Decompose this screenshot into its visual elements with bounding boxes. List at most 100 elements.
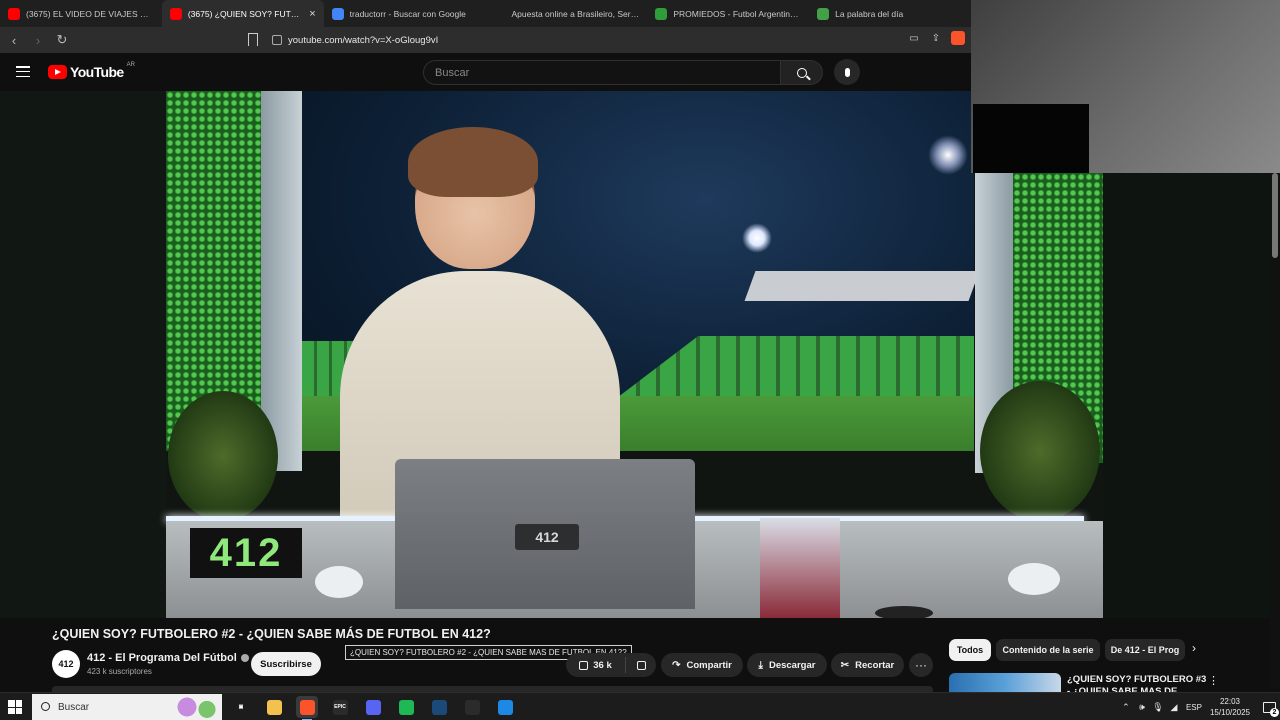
host-hair (408, 127, 538, 197)
share-button[interactable]: ↷ Compartir (661, 653, 743, 677)
menu-icon[interactable] (16, 66, 30, 77)
chatgpt-icon[interactable] (461, 696, 483, 718)
browser-tab-label: Apuesta online a Brasileiro, Serie A - (511, 8, 640, 19)
webcam-dark-region (973, 104, 1089, 173)
browser-tab[interactable]: La palabra del día (809, 0, 971, 27)
discord-glyph (365, 699, 381, 715)
epic-games-glyph: EPIC (332, 699, 348, 715)
taskbar-search[interactable]: Buscar (32, 694, 222, 720)
share-icon: ↷ (672, 659, 681, 671)
chatgpt-glyph (464, 699, 480, 715)
system-tray: ⌃ 🕪 🎙 ◢ ESP 22:03 15/10/2025 2 (1118, 693, 1280, 720)
microphone-icon[interactable]: 🎙 (1150, 702, 1166, 713)
clock-date: 15/10/2025 (1209, 708, 1250, 717)
channel-name[interactable]: 412 - El Programa Del Fútbol (87, 652, 237, 664)
dislike-button[interactable] (626, 660, 656, 670)
like-button[interactable]: 36 k (566, 657, 626, 673)
browser-tab[interactable]: Apuesta online a Brasileiro, Serie A - (485, 0, 647, 27)
thumbs-up-icon (579, 660, 589, 670)
clock[interactable]: 22:03 15/10/2025 (1210, 696, 1250, 718)
stadium-roof (744, 271, 980, 301)
browser-tab[interactable]: PROMIEDOS - Futbol Argentino - Fix (647, 0, 809, 27)
wifi-icon[interactable]: ◢ (1166, 702, 1182, 713)
download-label: Descargar (768, 659, 816, 671)
bookmark-icon[interactable] (248, 33, 258, 46)
youtube-logo[interactable]: YouTube AR (48, 62, 135, 80)
video-title: ¿QUIEN SOY? FUTBOLERO #2 - ¿QUIEN SABE M… (52, 627, 491, 641)
browser-tab-label: La palabra del día (835, 8, 904, 19)
back-icon[interactable]: ‹ (4, 30, 24, 50)
desk-microphone (875, 606, 933, 618)
site-info-icon[interactable] (272, 35, 282, 45)
youtube-favicon-icon (8, 7, 20, 20)
search-button[interactable] (781, 60, 823, 85)
subscribe-button[interactable]: Suscribirse (251, 652, 321, 676)
steam-icon[interactable] (428, 696, 450, 718)
chip-channel[interactable]: De 412 - El Prog (1105, 639, 1185, 661)
brave-shields-icon[interactable] (951, 31, 965, 45)
chevron-right-icon[interactable]: › (1192, 641, 1196, 655)
spotify-icon[interactable] (395, 696, 417, 718)
more-actions-button[interactable]: ··· (909, 653, 933, 677)
chip-all[interactable]: Todos (949, 639, 991, 661)
like-dislike-group: 36 k (566, 653, 656, 677)
url-field[interactable]: youtube.com/watch?v=X-oGloug9vI (272, 31, 438, 49)
url-text: youtube.com/watch?v=X-oGloug9vI (288, 34, 439, 46)
stadium-light (742, 223, 772, 253)
browser-tab-label: PROMIEDOS - Futbol Argentino - Fix (673, 8, 802, 19)
forward-icon[interactable]: › (28, 30, 48, 50)
book (760, 518, 840, 618)
google-favicon-icon (331, 7, 344, 20)
notifications-icon[interactable]: 2 (1258, 696, 1280, 718)
windows-taskbar: Buscar ▣ EPIC ⌃ 🕪 🎙 ◢ ESP 22:03 15/10/202… (0, 692, 1280, 720)
share-page-icon[interactable]: ⇪ (929, 31, 943, 45)
notification-count: 2 (1270, 708, 1279, 717)
youtube-wordmark: YouTube (70, 64, 124, 80)
youtube-favicon-icon (169, 7, 182, 20)
youtube-header: YouTube AR Buscar (0, 53, 971, 91)
scrollbar-thumb[interactable] (1272, 173, 1278, 258)
laptop-logo: 412 (515, 524, 579, 550)
file-explorer-icon[interactable] (263, 696, 285, 718)
page-scrollbar[interactable] (1270, 173, 1280, 688)
voice-search-icon[interactable] (834, 59, 860, 85)
reload-icon[interactable]: ↻ (52, 30, 72, 50)
chip-series[interactable]: Contenido de la serie (996, 639, 1100, 661)
taskbar-search-label: Buscar (58, 701, 90, 713)
epic-games-icon[interactable]: EPIC (329, 696, 351, 718)
like-count: 36 k (593, 659, 612, 671)
search-highlight-art (172, 695, 222, 719)
subscriber-count: 423 k suscriptores (87, 667, 152, 676)
channel-name-row[interactable]: 412 - El Programa Del Fútbol (87, 652, 249, 664)
chevron-up-icon[interactable]: ⌃ (1118, 702, 1134, 713)
scissors-icon: ✂ (840, 659, 850, 671)
download-button[interactable]: ⤓ Descargar (747, 653, 827, 677)
brave-browser-icon[interactable] (296, 696, 318, 720)
browser-tab[interactable]: (3675) EL VIDEO DE VIAJES MÁS LAR (0, 0, 162, 27)
p-favicon-icon (817, 7, 830, 20)
kebab-menu-icon[interactable]: ⋮ (1208, 674, 1219, 687)
windows-start-icon[interactable] (8, 700, 22, 714)
clock-time: 22:03 (1219, 697, 1240, 706)
browser-tab-label: (3675) ¿QUIEN SOY? FUTBOLI (187, 8, 304, 19)
language-indicator[interactable]: ESP (1186, 703, 1202, 712)
browser-tab-label: traductorr - Buscar con Google (349, 8, 466, 19)
channel-avatar[interactable]: 412 (52, 650, 80, 678)
youtube-play-icon (48, 65, 67, 79)
stadium-light (928, 135, 968, 175)
clip-button[interactable]: ✂ Recortar (831, 653, 904, 677)
verified-icon (240, 654, 249, 662)
volume-icon[interactable]: 🕪 (1134, 702, 1150, 713)
search-input[interactable]: Buscar (423, 60, 781, 85)
recommendation-title[interactable]: ¿QUIEN SOY? FUTBOLERO #3 - ¿QUIEN SABE M… (1067, 674, 1207, 693)
video-background-right (1103, 173, 1280, 618)
close-tab-icon[interactable]: × (309, 8, 315, 20)
task-view-icon[interactable]: ▣ (230, 696, 252, 718)
recommendation-thumbnail[interactable] (949, 673, 1061, 693)
cast-icon[interactable]: ▭ (907, 31, 921, 45)
edge-browser-icon[interactable] (494, 696, 516, 718)
browser-tab[interactable]: traductorr - Buscar con Google (324, 0, 486, 27)
discord-icon[interactable] (362, 696, 384, 718)
browser-tab[interactable]: (3675) ¿QUIEN SOY? FUTBOLI × (161, 0, 324, 27)
promiedos-favicon-icon (655, 7, 668, 20)
